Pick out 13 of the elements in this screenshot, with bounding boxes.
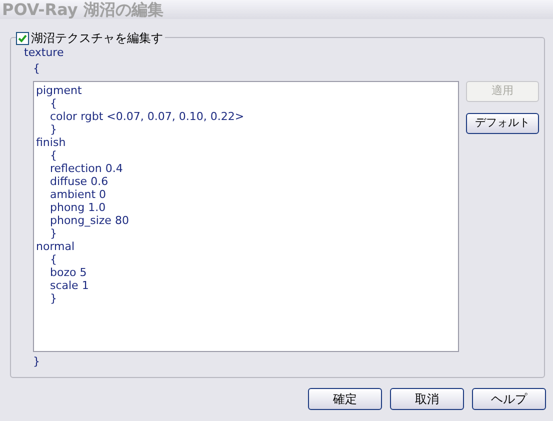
dialog-button[interactable]: ヘルプ (472, 388, 546, 410)
dialog-button[interactable]: 確定 (308, 388, 382, 410)
checkmark-icon (18, 34, 27, 42)
texture-label: texture (24, 46, 64, 59)
side-button[interactable]: デフォルト (466, 113, 539, 134)
close-brace: } (33, 355, 40, 368)
texture-editor[interactable]: pigment { color rgbt <0.07, 0.07, 0.10, 0.22> } finish { reflection 0.4 diffuse 0.6 ambient 0 phong 1.0 phong_size 80 } normal { bozo 5 scale 1 } (33, 81, 459, 352)
dialog-button[interactable]: 取消 (390, 388, 464, 410)
open-brace: { (33, 62, 40, 75)
editor-text: pigment { color rgbt <0.07, 0.07, 0.10, 0.22> } finish { reflection 0.4 diffuse 0.6 ambient 0 phong 1.0 phong_size 80 } normal { bozo 5 scale 1 } (36, 84, 244, 305)
window-title: POV-Ray 湖沼の編集 (2, 2, 164, 18)
edit-checkbox[interactable]: 湖沼テクスチャを編集す (16, 29, 165, 47)
checkbox[interactable] (16, 32, 29, 44)
